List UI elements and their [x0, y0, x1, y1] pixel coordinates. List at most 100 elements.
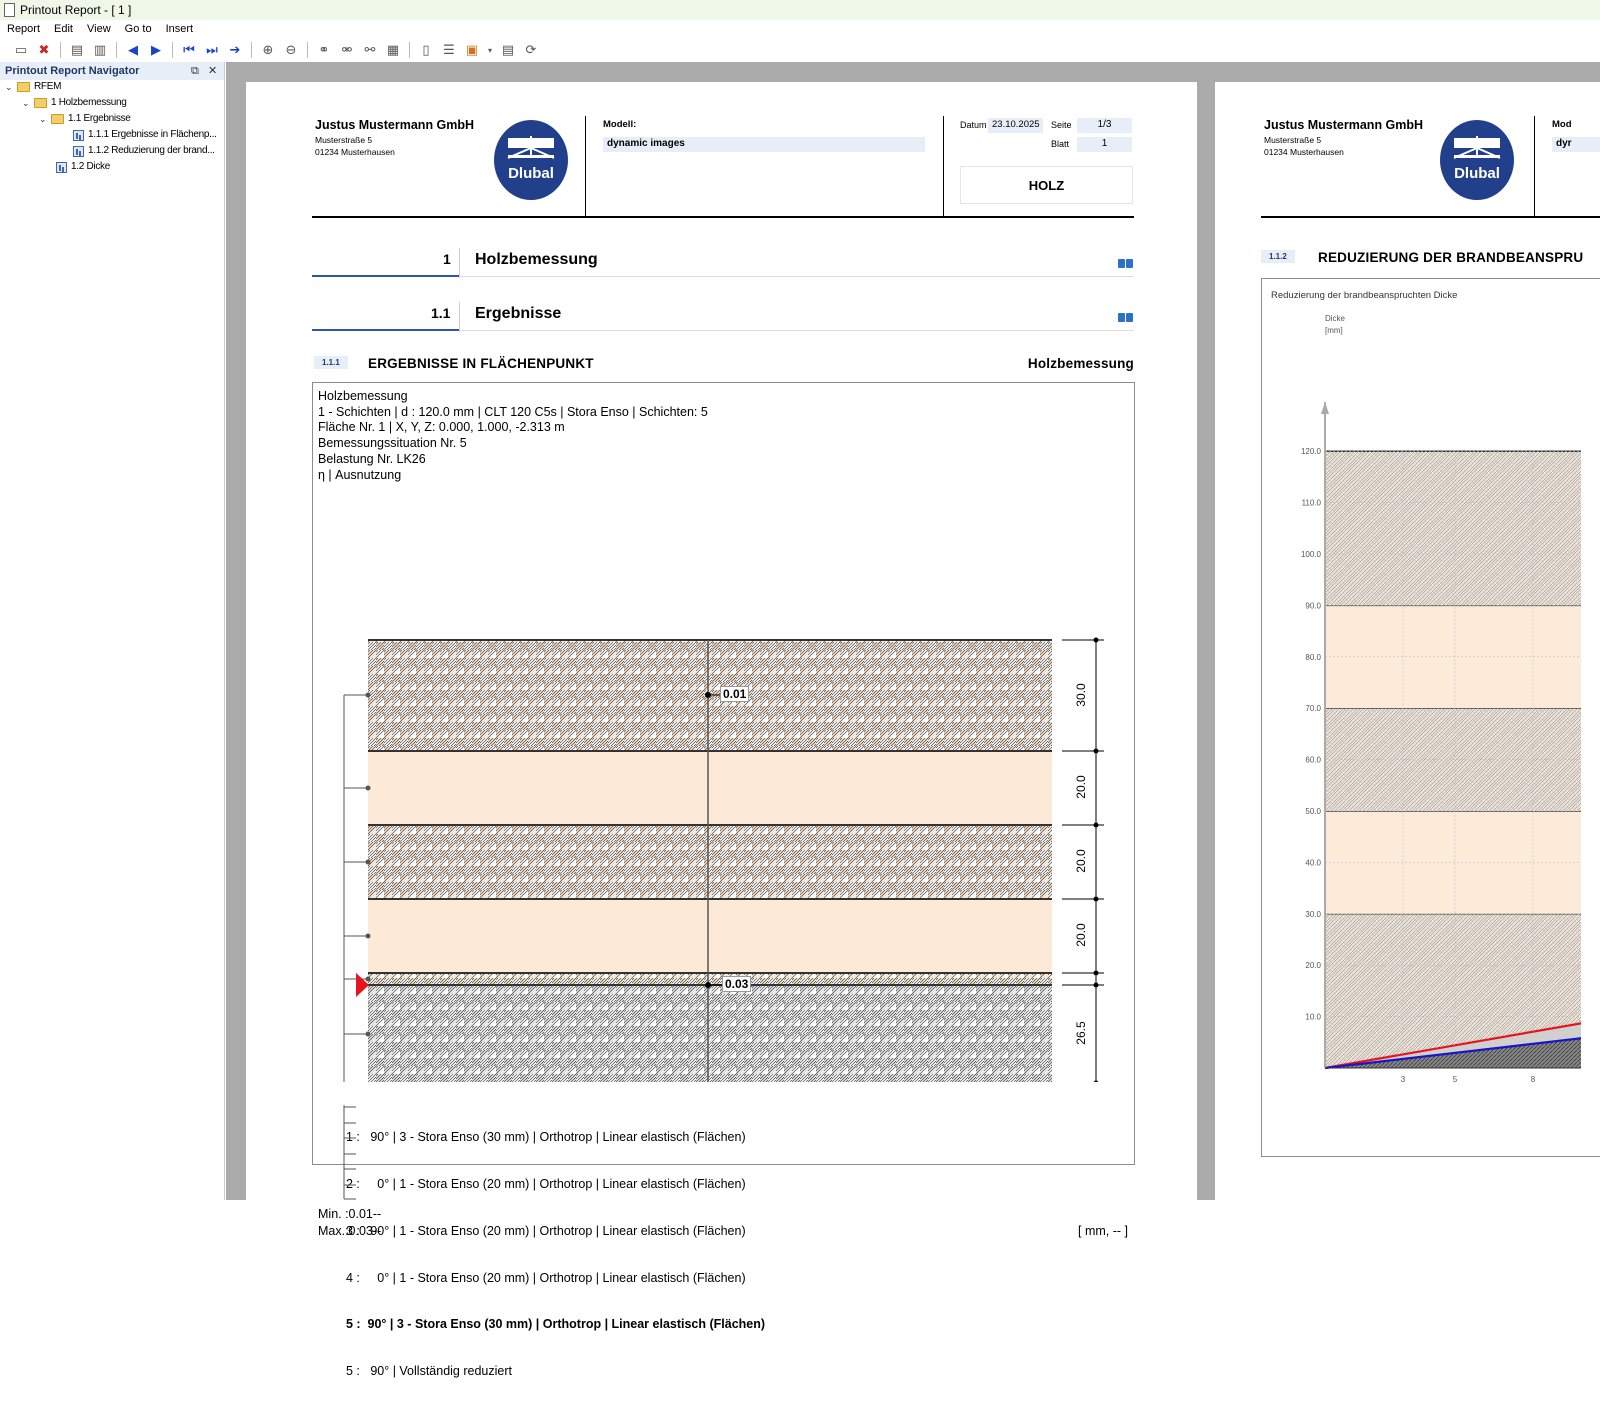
report-viewer[interactable]: Justus Mustermann GmbH Musterstraße 5 01…: [226, 62, 1600, 1200]
print-preview-icon[interactable]: ▥: [91, 41, 109, 59]
new-report-icon[interactable]: ▭: [12, 41, 30, 59]
tree-item-1-1-2[interactable]: 1.1.2 Reduzierung der brand...: [73, 143, 215, 159]
legend-item-highlight: 5 : 90° | 3 - Stora Enso (30 mm) | Ortho…: [346, 1317, 765, 1333]
chain-link-icon[interactable]: ⚭: [315, 41, 333, 59]
folder-icon: [51, 114, 64, 124]
goto-page-icon[interactable]: ➔: [226, 41, 244, 59]
info-line: Fläche Nr. 1 | X, Y, Z: 0.000, 1.000, -2…: [318, 420, 708, 436]
layer-5-reduced: [368, 985, 1052, 1082]
first-page-icon[interactable]: ⏮: [180, 41, 198, 59]
layout-icon[interactable]: ▦: [384, 41, 402, 59]
tree-item-holzbemessung[interactable]: ⌄ 1 Holzbemessung: [22, 95, 127, 111]
toolbar-separator: [172, 42, 173, 58]
report-chart-icon: [73, 146, 84, 157]
tree-item-1-1-1[interactable]: 1.1.1 Ergebnisse in Flächenp...: [73, 127, 217, 143]
heading-rule: [459, 330, 1134, 331]
close-icon[interactable]: ✕: [208, 62, 217, 80]
float-window-icon[interactable]: ⧉: [191, 62, 199, 80]
y-tick-label: 10.0: [1305, 1013, 1321, 1022]
export-dropdown-icon[interactable]: ▾: [486, 41, 494, 59]
menu-insert[interactable]: Insert: [166, 20, 194, 38]
chevron-down-icon[interactable]: ⌄: [5, 79, 13, 95]
heading-1-title: Holzbemessung: [475, 251, 598, 269]
document-icon[interactable]: ▯: [417, 41, 435, 59]
book-icon[interactable]: [1118, 259, 1134, 269]
y-tick-label: 70.0: [1305, 704, 1321, 713]
tree-item-ergebnisse[interactable]: ⌄ 1.1 Ergebnisse: [39, 111, 131, 127]
navigator-header: Printout Report Navigator ⧉ ✕: [0, 62, 224, 80]
chain-unlink-icon[interactable]: ⚮: [338, 41, 356, 59]
folder-icon: [17, 82, 30, 92]
report-page-2: Justus Mustermann GmbH Musterstraße 5 01…: [1215, 82, 1600, 1200]
dlubal-logo: Dlubal: [1440, 120, 1514, 200]
logo-text: Dlubal: [494, 165, 568, 182]
dimension-label: 30.0: [1074, 675, 1088, 715]
units-label: [ mm, -- ]: [1026, 1224, 1128, 1238]
category-box: HOLZ: [960, 166, 1133, 204]
y-tick-label: 90.0: [1305, 601, 1321, 610]
chevron-down-icon[interactable]: ⌄: [39, 111, 47, 127]
heading-divider: [459, 302, 460, 332]
legend-item: 2 : 0° | 1 - Stora Enso (20 mm) | Orthot…: [346, 1177, 765, 1193]
layer-legend: 1 : 90° | 3 - Stora Enso (30 mm) | Ortho…: [346, 1099, 765, 1411]
datum-value: 23.10.2025: [988, 118, 1043, 133]
chain-settings-icon[interactable]: ⚯: [361, 41, 379, 59]
menu-edit[interactable]: Edit: [54, 20, 73, 38]
seite-label: Seite: [1051, 120, 1072, 130]
model-label: Modell:: [603, 119, 636, 130]
y-tick-label: 30.0: [1305, 910, 1321, 919]
info-line: 1 - Schichten | d : 120.0 mm | CLT 120 C…: [318, 405, 708, 421]
book-icon[interactable]: [1118, 313, 1134, 323]
blatt-label: Blatt: [1051, 139, 1069, 149]
layer-2: [368, 751, 1052, 825]
heading-rule: [459, 276, 1134, 277]
tree-item-label: RFEM: [34, 79, 61, 95]
zoom-out-icon[interactable]: ⊖: [282, 41, 300, 59]
dimension-label: 20.0: [1074, 841, 1088, 881]
refresh-icon[interactable]: ⟳: [522, 41, 540, 59]
heading-1-number: 1: [443, 251, 451, 267]
toolbar-separator: [307, 42, 308, 58]
window-title: Printout Report - [ 1 ]: [20, 3, 131, 17]
y-tick-label: 120.0: [1301, 447, 1322, 456]
x-tick-label: 5: [1453, 1075, 1458, 1084]
company-name: Justus Mustermann GmbH: [1264, 118, 1423, 132]
window-titlebar: Printout Report - [ 1 ]: [0, 0, 1600, 20]
list-settings-icon[interactable]: ☰: [440, 41, 458, 59]
menu-goto[interactable]: Go to: [125, 20, 152, 38]
properties-icon[interactable]: ▤: [499, 41, 517, 59]
min-value: Min. :0.01--: [318, 1207, 381, 1221]
print-icon[interactable]: ▤: [68, 41, 86, 59]
next-page-icon[interactable]: ▶: [147, 41, 165, 59]
last-page-icon[interactable]: ⏭: [203, 41, 221, 59]
heading-1-underline: [312, 275, 459, 277]
previous-page-icon[interactable]: ◀: [124, 41, 142, 59]
menu-bar: Report Edit View Go to Insert: [0, 20, 1600, 38]
heading-2-title: Ergebnisse: [475, 305, 561, 323]
section-badge: 1.1.2: [1261, 250, 1295, 263]
legend-item: 4 : 0° | 1 - Stora Enso (20 mm) | Orthot…: [346, 1271, 765, 1287]
zoom-in-icon[interactable]: ⊕: [259, 41, 277, 59]
menu-report[interactable]: Report: [7, 20, 40, 38]
delete-report-icon[interactable]: ✖: [35, 41, 53, 59]
y-tick-label: 50.0: [1305, 807, 1321, 816]
section-title: ERGEBNISSE IN FLÄCHENPUNKT: [368, 356, 594, 371]
dimension-label: 20.0: [1074, 915, 1088, 955]
heading-2-underline: [312, 329, 459, 331]
chevron-down-icon[interactable]: ⌄: [22, 95, 30, 111]
thickness-reduction-chart: 10.020.030.040.050.060.070.080.090.0100.…: [1261, 318, 1581, 1118]
menu-view[interactable]: View: [87, 20, 111, 38]
report-app-icon: [4, 3, 15, 17]
header-bottom-rule: [312, 216, 1134, 218]
chart-title: Reduzierung der brandbeanspruchten Dicke: [1271, 290, 1457, 301]
export-icon[interactable]: ▣: [463, 41, 481, 59]
tree-item-label: 1 Holzbemessung: [51, 95, 127, 111]
header-divider: [585, 116, 586, 216]
tree-item-label: 1.1 Ergebnisse: [68, 111, 131, 127]
info-line: Belastung Nr. LK26: [318, 452, 708, 468]
navigator-title: Printout Report Navigator: [5, 65, 139, 77]
y-tick-label: 100.0: [1301, 550, 1322, 559]
section-right-label: Holzbemessung: [1006, 356, 1134, 371]
tree-item-dicke[interactable]: 1.2 Dicke: [56, 159, 110, 175]
tree-item-rfem[interactable]: ⌄ RFEM: [5, 79, 61, 95]
